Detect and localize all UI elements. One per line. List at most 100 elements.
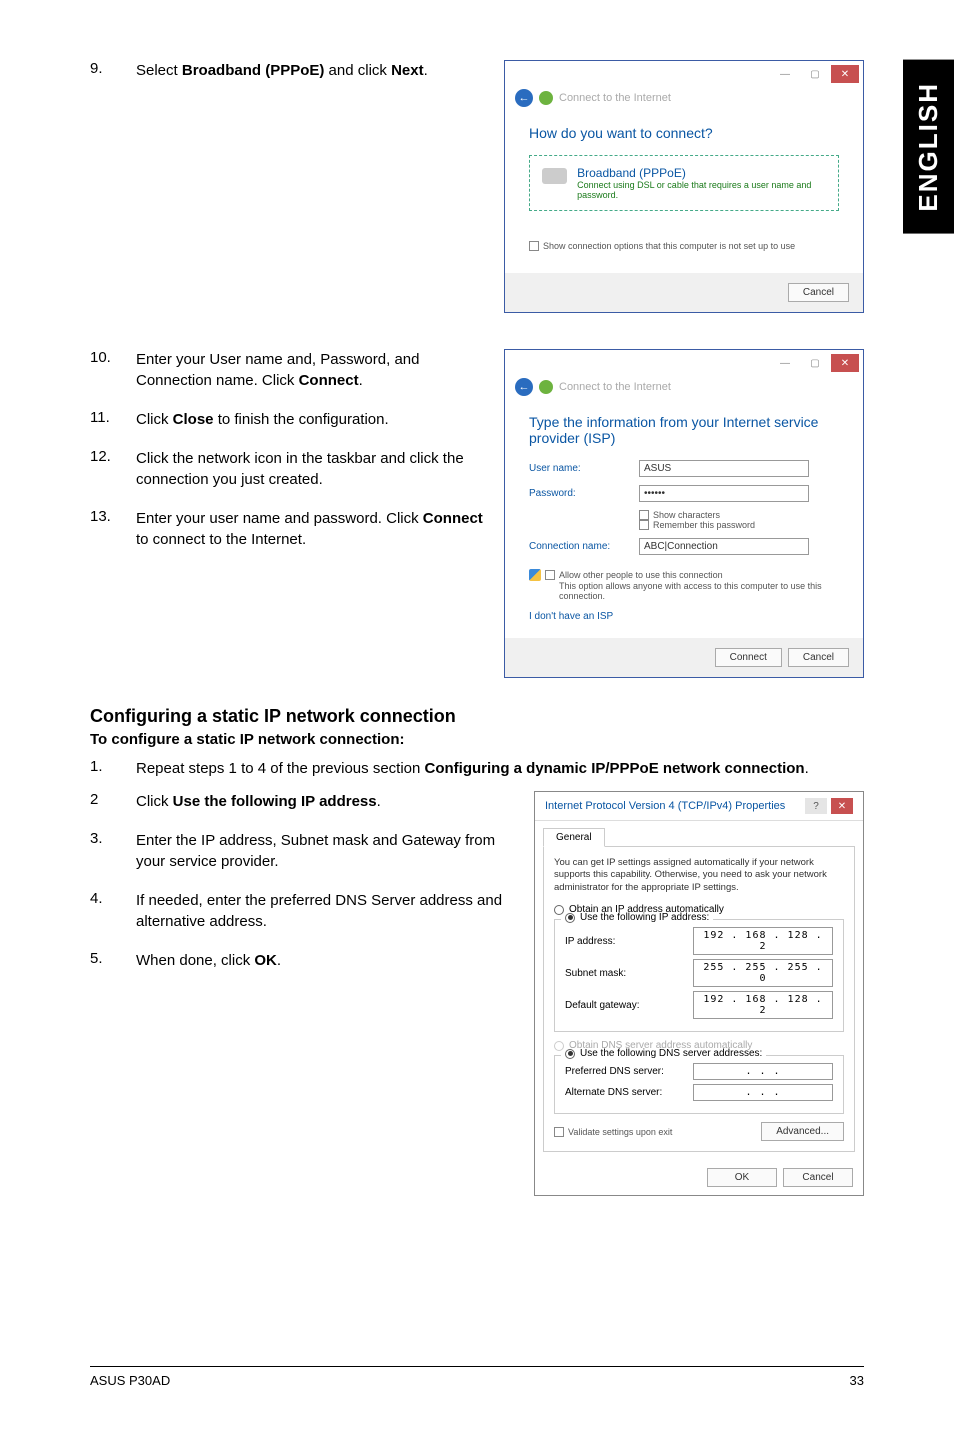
ipv4-title: Internet Protocol Version 4 (TCP/IPv4) P… [545, 800, 785, 812]
broadband-option[interactable]: Broadband (PPPoE) Connect using DSL or c… [529, 155, 839, 211]
remember-label: Remember this password [653, 520, 755, 530]
section-subheading: To configure a static IP network connect… [90, 731, 864, 748]
option-desc: Connect using DSL or cable that requires… [577, 180, 826, 200]
advanced-button[interactable]: Advanced... [761, 1122, 844, 1141]
ip-address-input[interactable]: 192 . 168 . 128 . 2 [693, 927, 833, 955]
t: . [377, 793, 381, 810]
use-following-label: Use the following IP address: [580, 912, 709, 923]
t: Broadband (PPPoE) [182, 62, 325, 79]
shield-icon [529, 569, 541, 581]
alternate-dns-input[interactable]: . . . [693, 1084, 833, 1101]
cancel-button[interactable]: Cancel [783, 1168, 853, 1187]
step-number: 12. [90, 448, 136, 490]
ipv4-properties-dialog: Internet Protocol Version 4 (TCP/IPv4) P… [534, 791, 864, 1196]
radio[interactable] [554, 905, 564, 915]
dialog-header: ← Connect to the Internet [505, 87, 863, 115]
preferred-dns-label: Preferred DNS server: [565, 1066, 664, 1077]
allow-others-label: Allow other people to use this connectio… [559, 570, 723, 580]
maximize-icon[interactable]: ▢ [801, 354, 829, 372]
step-text: If needed, enter the preferred DNS Serve… [136, 890, 514, 932]
t: Close [173, 411, 214, 428]
t: Connect [423, 510, 483, 527]
password-input[interactable]: •••••• [639, 485, 809, 502]
t: . [424, 62, 428, 79]
checkbox[interactable] [554, 1127, 564, 1137]
footer-page: 33 [850, 1373, 864, 1388]
t: Connect [299, 372, 359, 389]
radio[interactable] [565, 913, 575, 923]
username-input[interactable]: ASUS [639, 460, 809, 477]
connection-name-input[interactable]: ABC|Connection [639, 538, 809, 555]
validate-label: Validate settings upon exit [568, 1127, 672, 1137]
step-number: 3. [90, 830, 136, 872]
t: Select [136, 62, 182, 79]
step9-text: Select Broadband (PPPoE) and click Next. [136, 60, 484, 81]
t: When done, click [136, 952, 254, 969]
step-number: 4. [90, 890, 136, 932]
dialog-heading: Type the information from your Internet … [529, 414, 839, 446]
radio [554, 1041, 564, 1051]
ok-button[interactable]: OK [707, 1168, 777, 1187]
step-text: Click Use the following IP address. [136, 791, 514, 812]
step-text: Enter your User name and, Password, and … [136, 349, 484, 391]
general-tab[interactable]: General [543, 828, 605, 847]
t: Use the following IP address [173, 793, 377, 810]
username-label: User name: [529, 463, 639, 474]
subnet-mask-input[interactable]: 255 . 255 . 255 . 0 [693, 959, 833, 987]
t: Repeat steps 1 to 4 of the previous sect… [136, 760, 425, 777]
dialog-title: Connect to the Internet [559, 92, 671, 104]
step-text: Click the network icon in the taskbar an… [136, 448, 484, 490]
gateway-input[interactable]: 192 . 168 . 128 . 2 [693, 991, 833, 1019]
checkbox[interactable] [529, 241, 539, 251]
alternate-dns-label: Alternate DNS server: [565, 1087, 662, 1098]
connect-button[interactable]: Connect [715, 648, 782, 667]
cancel-button[interactable]: Cancel [788, 283, 849, 302]
t: Click [136, 411, 173, 428]
maximize-icon[interactable]: ▢ [801, 65, 829, 83]
title-bar: — ▢ ✕ [505, 350, 863, 376]
checkbox[interactable] [545, 570, 555, 580]
step-number: 13. [90, 508, 136, 550]
step-text: Repeat steps 1 to 4 of the previous sect… [136, 758, 864, 779]
subnet-mask-label: Subnet mask: [565, 968, 626, 979]
t: OK [254, 952, 277, 969]
cancel-button[interactable]: Cancel [788, 648, 849, 667]
t: to connect to the Internet. [136, 531, 306, 548]
t: . [277, 952, 281, 969]
connect-dialog-1: — ▢ ✕ ← Connect to the Internet How do y… [504, 60, 864, 313]
help-icon[interactable]: ? [805, 798, 827, 814]
step-number: 10. [90, 349, 136, 391]
t: Next [391, 62, 424, 79]
step-text: Enter your user name and password. Click… [136, 508, 484, 550]
step-text: When done, click OK. [136, 950, 514, 971]
t: . [805, 760, 809, 777]
t: Configuring a dynamic IP/PPPoE network c… [425, 760, 805, 777]
gateway-label: Default gateway: [565, 1000, 640, 1011]
radio[interactable] [565, 1049, 575, 1059]
show-chars-label: Show characters [653, 510, 720, 520]
t: Enter your User name and, Password, and … [136, 351, 419, 389]
option-title: Broadband (PPPoE) [577, 166, 826, 180]
no-isp-link[interactable]: I don't have an ISP [529, 611, 613, 622]
ip-address-label: IP address: [565, 936, 615, 947]
password-label: Password: [529, 488, 639, 499]
t: Click [136, 793, 173, 810]
checkbox[interactable] [639, 520, 649, 530]
connection-name-label: Connection name: [529, 541, 639, 552]
close-icon[interactable]: ✕ [831, 798, 853, 814]
close-icon[interactable]: ✕ [831, 354, 859, 372]
back-icon[interactable]: ← [515, 378, 533, 396]
page-footer: ASUS P30AD 33 [90, 1366, 864, 1388]
modem-icon [542, 168, 567, 184]
checkbox[interactable] [639, 510, 649, 520]
page-content: 9. Select Broadband (PPPoE) and click Ne… [0, 0, 954, 1236]
preferred-dns-input[interactable]: . . . [693, 1063, 833, 1080]
minimize-icon[interactable]: — [771, 354, 799, 372]
close-icon[interactable]: ✕ [831, 65, 859, 83]
footer-model: ASUS P30AD [90, 1373, 170, 1388]
step-text: Enter the IP address, Subnet mask and Ga… [136, 830, 514, 872]
minimize-icon[interactable]: — [771, 65, 799, 83]
globe-icon [539, 91, 553, 105]
step-number: 5. [90, 950, 136, 971]
back-icon[interactable]: ← [515, 89, 533, 107]
